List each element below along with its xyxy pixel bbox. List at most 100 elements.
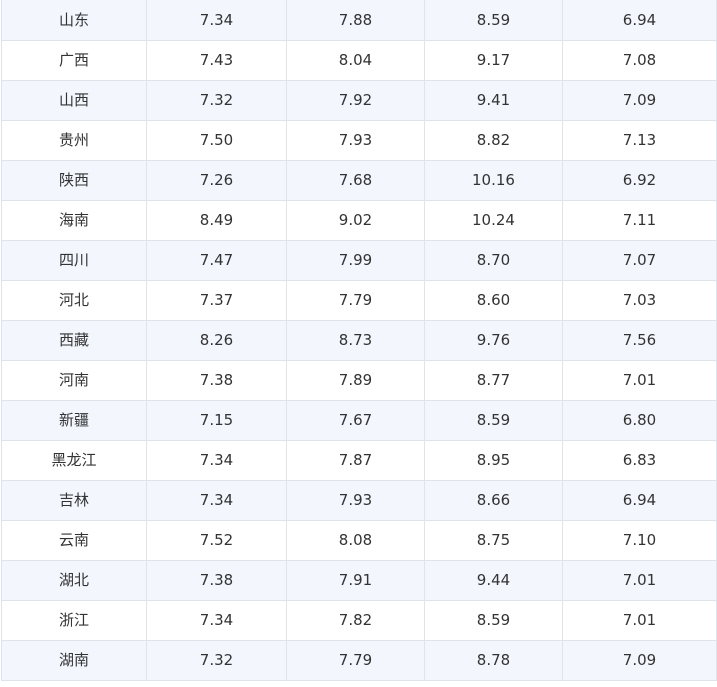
table-row: 四川 7.47 7.99 8.70 7.07 [1,240,717,281]
province-cell: 山西 [1,80,147,121]
value-cell: 8.59 [424,600,563,641]
value-cell: 7.01 [562,560,717,601]
value-cell: 9.17 [424,40,563,81]
value-cell: 7.99 [286,240,425,281]
table-row: 吉林 7.34 7.93 8.66 6.94 [1,480,717,521]
value-cell: 6.80 [562,400,717,441]
value-cell: 8.59 [424,0,563,41]
value-cell: 7.82 [286,600,425,641]
table-row: 陕西 7.26 7.68 10.16 6.92 [1,160,717,201]
value-cell: 8.75 [424,520,563,561]
table-row: 湖北 7.38 7.91 9.44 7.01 [1,560,717,601]
table-row: 新疆 7.15 7.67 8.59 6.80 [1,400,717,441]
value-cell: 8.59 [424,400,563,441]
value-cell: 8.73 [286,320,425,361]
value-cell: 7.34 [146,600,287,641]
province-cell: 山东 [1,0,147,41]
value-cell: 8.08 [286,520,425,561]
value-cell: 6.83 [562,440,717,481]
value-cell: 8.78 [424,640,563,681]
table-row: 云南 7.52 8.08 8.75 7.10 [1,520,717,561]
value-cell: 7.91 [286,560,425,601]
province-cell: 河北 [1,280,147,321]
table-row: 湖南 7.32 7.79 8.78 7.09 [1,640,717,681]
value-cell: 7.43 [146,40,287,81]
value-cell: 7.34 [146,440,287,481]
fuel-price-table-container: 山东 7.34 7.88 8.59 6.94 广西 7.43 8.04 9.17… [1,0,717,681]
value-cell: 7.93 [286,120,425,161]
province-cell: 浙江 [1,600,147,641]
table-row: 贵州 7.50 7.93 8.82 7.13 [1,120,717,161]
value-cell: 7.32 [146,640,287,681]
value-cell: 9.76 [424,320,563,361]
province-cell: 四川 [1,240,147,281]
value-cell: 6.94 [562,0,717,41]
province-cell: 湖南 [1,640,147,681]
province-cell: 吉林 [1,480,147,521]
value-cell: 8.60 [424,280,563,321]
value-cell: 7.92 [286,80,425,121]
value-cell: 7.08 [562,40,717,81]
province-cell: 广西 [1,40,147,81]
table-row: 浙江 7.34 7.82 8.59 7.01 [1,600,717,641]
value-cell: 7.56 [562,320,717,361]
value-cell: 8.82 [424,120,563,161]
value-cell: 7.67 [286,400,425,441]
table-row: 广西 7.43 8.04 9.17 7.08 [1,40,717,81]
value-cell: 8.95 [424,440,563,481]
value-cell: 7.87 [286,440,425,481]
value-cell: 7.88 [286,0,425,41]
value-cell: 7.10 [562,520,717,561]
value-cell: 8.77 [424,360,563,401]
value-cell: 7.01 [562,600,717,641]
province-cell: 贵州 [1,120,147,161]
table-row: 河北 7.37 7.79 8.60 7.03 [1,280,717,321]
value-cell: 7.07 [562,240,717,281]
table-row: 山东 7.34 7.88 8.59 6.94 [1,0,717,41]
value-cell: 8.49 [146,200,287,241]
table-row: 西藏 8.26 8.73 9.76 7.56 [1,320,717,361]
value-cell: 7.52 [146,520,287,561]
value-cell: 9.41 [424,80,563,121]
province-cell: 新疆 [1,400,147,441]
value-cell: 7.11 [562,200,717,241]
value-cell: 7.79 [286,280,425,321]
value-cell: 6.92 [562,160,717,201]
table-row: 海南 8.49 9.02 10.24 7.11 [1,200,717,241]
table-row: 山西 7.32 7.92 9.41 7.09 [1,80,717,121]
value-cell: 9.02 [286,200,425,241]
value-cell: 8.26 [146,320,287,361]
value-cell: 6.94 [562,480,717,521]
value-cell: 8.66 [424,480,563,521]
fuel-price-table: 山东 7.34 7.88 8.59 6.94 广西 7.43 8.04 9.17… [1,0,717,681]
value-cell: 8.04 [286,40,425,81]
value-cell: 7.38 [146,360,287,401]
province-cell: 陕西 [1,160,147,201]
value-cell: 7.09 [562,80,717,121]
value-cell: 7.68 [286,160,425,201]
province-cell: 湖北 [1,560,147,601]
province-cell: 西藏 [1,320,147,361]
value-cell: 7.34 [146,480,287,521]
value-cell: 7.89 [286,360,425,401]
value-cell: 7.09 [562,640,717,681]
value-cell: 7.38 [146,560,287,601]
province-cell: 云南 [1,520,147,561]
value-cell: 7.15 [146,400,287,441]
province-cell: 黑龙江 [1,440,147,481]
value-cell: 7.13 [562,120,717,161]
value-cell: 8.70 [424,240,563,281]
value-cell: 7.93 [286,480,425,521]
province-cell: 河南 [1,360,147,401]
value-cell: 10.24 [424,200,563,241]
value-cell: 10.16 [424,160,563,201]
value-cell: 7.47 [146,240,287,281]
value-cell: 7.32 [146,80,287,121]
value-cell: 7.79 [286,640,425,681]
value-cell: 7.37 [146,280,287,321]
value-cell: 9.44 [424,560,563,601]
value-cell: 7.03 [562,280,717,321]
table-row: 河南 7.38 7.89 8.77 7.01 [1,360,717,401]
value-cell: 7.01 [562,360,717,401]
table-row: 黑龙江 7.34 7.87 8.95 6.83 [1,440,717,481]
